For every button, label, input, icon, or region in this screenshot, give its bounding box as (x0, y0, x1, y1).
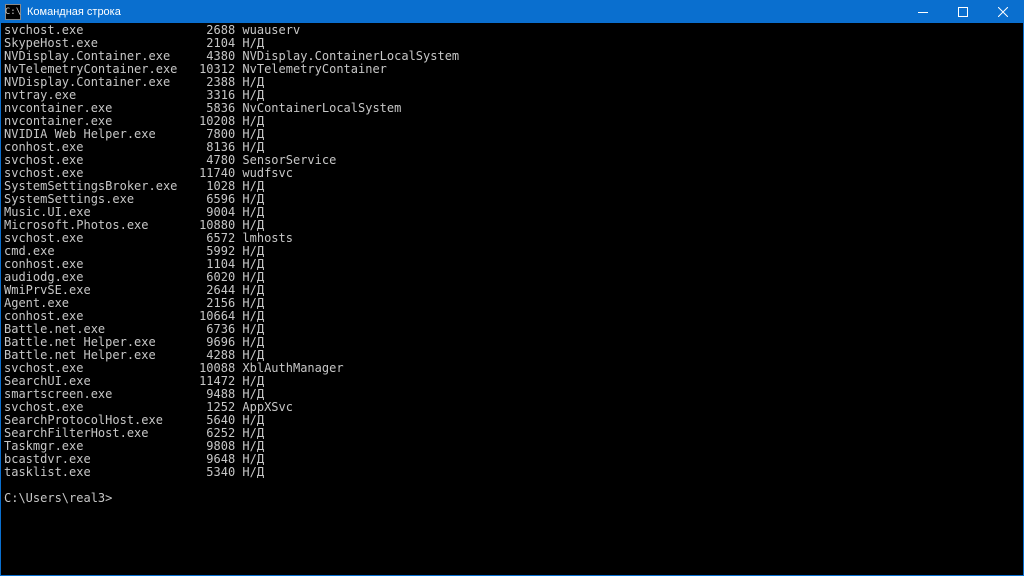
maximize-button[interactable] (943, 1, 983, 23)
maximize-icon (958, 7, 968, 17)
close-button[interactable] (983, 1, 1023, 23)
cmd-icon: C:\ (5, 4, 21, 20)
terminal-output[interactable]: svchost.exe 2688 wuauservSkypeHost.exe 2… (1, 23, 1023, 575)
prompt-line[interactable]: C:\Users\real3> (4, 492, 1020, 505)
prompt-text: C:\Users\real3> (4, 491, 112, 505)
window-title: Командная строка (25, 6, 121, 18)
titlebar[interactable]: C:\ Командная строка (1, 1, 1023, 23)
minimize-icon (918, 7, 928, 17)
close-icon (998, 7, 1008, 17)
minimize-button[interactable] (903, 1, 943, 23)
command-prompt-window: C:\ Командная строка svchost.exe 2688 wu… (0, 0, 1024, 576)
process-row: tasklist.exe 5340 Н/Д (4, 466, 1020, 479)
